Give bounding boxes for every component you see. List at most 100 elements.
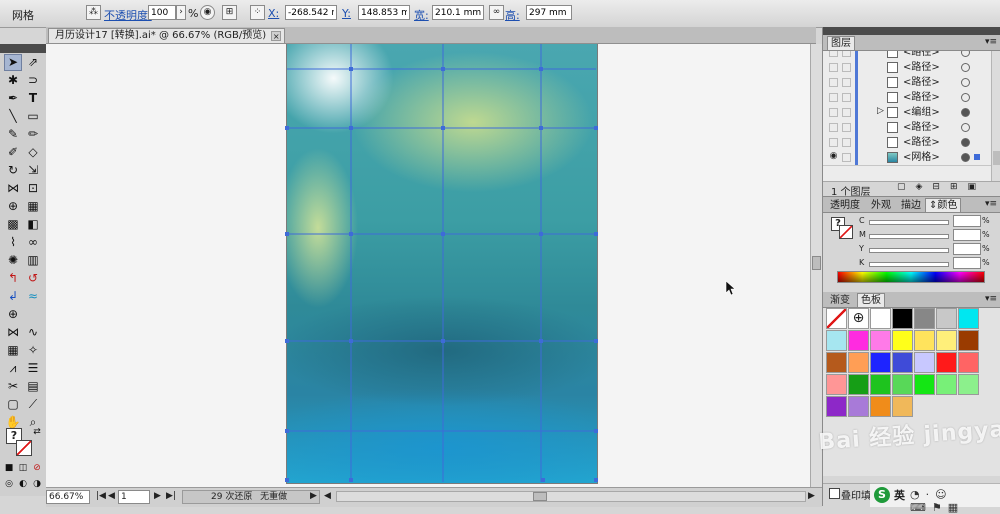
height-label[interactable]: 高:: [505, 7, 520, 23]
color-swatch[interactable]: [914, 330, 935, 351]
color-spectrum[interactable]: [837, 271, 985, 283]
status-info[interactable]: 29 次还原 无重做: [182, 490, 320, 504]
overprint-checkbox[interactable]: [829, 488, 840, 499]
lock-toggle[interactable]: [842, 123, 851, 132]
layers-scroll-thumb[interactable]: [993, 151, 1000, 165]
mesh-point[interactable]: [285, 232, 289, 236]
anchor-remove-tool-icon[interactable]: ↲: [4, 288, 22, 305]
width-label[interactable]: 宽:: [414, 7, 429, 23]
target-circle-icon[interactable]: [961, 93, 970, 102]
color-swatch[interactable]: [936, 374, 957, 395]
channel-slider[interactable]: [869, 220, 949, 225]
color-swatch[interactable]: [892, 374, 913, 395]
color-swatch[interactable]: [848, 330, 869, 351]
color-swatch[interactable]: [958, 352, 979, 373]
draw-behind-icon[interactable]: ◐: [16, 476, 30, 493]
status-menu-arrow-icon[interactable]: ▶: [310, 491, 317, 501]
artboard-select[interactable]: 1: [118, 490, 150, 504]
draw-inside-icon[interactable]: ◑: [30, 476, 44, 493]
lock-toggle[interactable]: [842, 138, 851, 147]
next-artboard-icon[interactable]: ▶: [154, 491, 161, 501]
color-swatch[interactable]: [892, 396, 913, 417]
horizontal-scroll-thumb[interactable]: [533, 492, 547, 501]
gradient-mode-icon[interactable]: ◫: [16, 460, 30, 477]
mesh-tool-icon[interactable]: ▩: [4, 216, 22, 233]
x-input[interactable]: [285, 5, 337, 20]
rotate-tool-icon[interactable]: ↻: [4, 162, 22, 179]
mesh-point[interactable]: [349, 339, 353, 343]
opacity-arrow-icon[interactable]: ›: [176, 5, 186, 20]
target-circle-icon[interactable]: [961, 123, 970, 132]
lock-toggle[interactable]: [842, 93, 851, 102]
eye-icon[interactable]: ◉: [829, 152, 838, 162]
visibility-toggle[interactable]: [829, 93, 838, 102]
mesh-point[interactable]: [349, 478, 353, 482]
pencil-tool-icon[interactable]: ✏: [24, 126, 42, 143]
mesh-point[interactable]: [441, 232, 445, 236]
mesh-point[interactable]: [441, 126, 445, 130]
width-tool-icon[interactable]: ⋈: [4, 180, 22, 197]
type-tool-icon[interactable]: T: [24, 90, 42, 107]
free-transform-tool-icon[interactable]: ⊡: [24, 180, 42, 197]
target-circle-icon[interactable]: [961, 108, 970, 117]
width-input[interactable]: [432, 5, 484, 20]
channel-value-input[interactable]: [953, 215, 981, 227]
mesh-point[interactable]: [285, 126, 289, 130]
layer-row[interactable]: ◉ <网格>: [823, 150, 991, 166]
canvas[interactable]: [46, 44, 810, 487]
tab-layers[interactable]: 图层: [827, 36, 855, 50]
color-swatch[interactable]: [892, 352, 913, 373]
layers-footer-icons[interactable]: ▢◈⊟⊞▣: [897, 182, 986, 192]
blob-brush-tool-icon[interactable]: ✐: [4, 144, 22, 161]
blend-tool-icon[interactable]: ∞: [24, 234, 42, 251]
color-swatch[interactable]: [848, 352, 869, 373]
visibility-toggle[interactable]: [829, 108, 838, 117]
mesh-point[interactable]: [349, 67, 353, 71]
vertical-scroll-thumb[interactable]: [812, 256, 821, 270]
color-swatch[interactable]: [936, 330, 957, 351]
first-artboard-icon[interactable]: |◀: [96, 491, 106, 501]
swatch-none[interactable]: [826, 308, 847, 329]
color-swatch[interactable]: [826, 352, 847, 373]
channel-value-input[interactable]: [953, 229, 981, 241]
visibility-toggle[interactable]: [829, 51, 838, 57]
mesh-point[interactable]: [285, 429, 289, 433]
layer-row[interactable]: <路径>: [823, 90, 991, 106]
lasso-tool-icon[interactable]: ⊃: [24, 72, 42, 89]
mesh-point[interactable]: [441, 67, 445, 71]
selection-tool-icon[interactable]: ➤: [4, 54, 22, 71]
visibility-toggle[interactable]: [829, 138, 838, 147]
layer-row[interactable]: ▷ <编组>: [823, 105, 991, 121]
registration-swatch-icon[interactable]: ⊕: [848, 308, 869, 329]
last-artboard-icon[interactable]: ▶|: [166, 491, 176, 501]
mesh-point[interactable]: [594, 429, 598, 433]
artboard-tool-icon[interactable]: ▢: [4, 396, 22, 413]
mesh-point[interactable]: [594, 339, 598, 343]
color-swatch[interactable]: [958, 330, 979, 351]
visibility-toggle[interactable]: [829, 78, 838, 87]
color-swatch[interactable]: [848, 374, 869, 395]
color-swatch[interactable]: [892, 308, 913, 329]
opacity-input[interactable]: [148, 5, 176, 20]
target-circle-icon[interactable]: [961, 63, 970, 72]
color-swatch[interactable]: [826, 374, 847, 395]
graph-line-tool-icon[interactable]: ⩘: [4, 360, 22, 377]
channel-value-input[interactable]: [953, 257, 981, 269]
color-swatch[interactable]: [870, 352, 891, 373]
color-mode-icon[interactable]: ■: [2, 460, 16, 477]
layers-scrollbar[interactable]: [991, 51, 1000, 181]
target-circle-icon[interactable]: [961, 78, 970, 87]
mesh-point[interactable]: [349, 232, 353, 236]
visibility-toggle[interactable]: [829, 123, 838, 132]
color-swatch[interactable]: [914, 352, 935, 373]
zoom-select[interactable]: 66.67%: [46, 490, 90, 504]
stroke-swatch[interactable]: [16, 440, 32, 456]
color-swatch[interactable]: [826, 330, 847, 351]
mesh-tool-icon[interactable]: ⁂: [86, 5, 101, 20]
panel-menu-icon[interactable]: ▾≡: [985, 199, 997, 209]
bar-graph-tool-icon[interactable]: ☰: [24, 360, 42, 377]
y-label[interactable]: Y:: [342, 7, 351, 20]
eraser-tool-icon[interactable]: ◇: [24, 144, 42, 161]
tab-appearance[interactable]: 外观: [867, 198, 895, 213]
swap-fill-stroke-icon[interactable]: ⇄: [32, 424, 42, 441]
